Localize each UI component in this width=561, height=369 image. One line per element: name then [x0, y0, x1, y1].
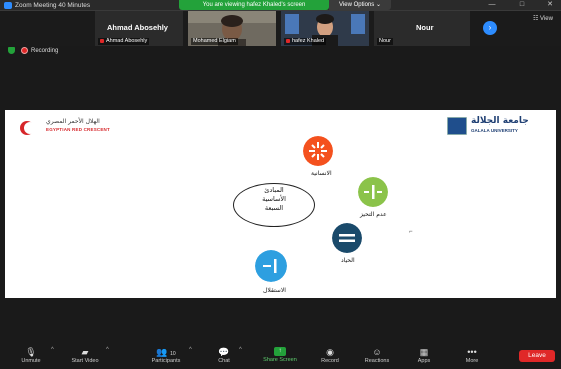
- recording-label: Recording: [31, 48, 59, 54]
- participants-caret[interactable]: ^: [189, 347, 192, 353]
- more-button[interactable]: ••• More: [449, 347, 495, 366]
- title-bar: Zoom Meeting 40 Minutes You are viewing …: [0, 0, 561, 11]
- status-row: Recording: [0, 46, 561, 56]
- window-title: Zoom Meeting 40 Minutes: [15, 2, 91, 9]
- participant-label: Nour: [377, 38, 393, 45]
- galala-english-name: GALALA UNIVERSITY: [471, 128, 518, 133]
- leave-button[interactable]: Leave: [519, 350, 555, 362]
- center-title: المبادئ الأساسية السبعة: [262, 186, 286, 212]
- zoom-window: Zoom Meeting 40 Minutes You are viewing …: [0, 0, 561, 369]
- next-page-arrow[interactable]: ›: [483, 21, 497, 35]
- view-options-button[interactable]: View Options ⌄: [329, 0, 391, 10]
- independence-icon: [255, 250, 287, 282]
- mouse-cursor-icon: ⌐: [409, 229, 413, 235]
- chat-caret[interactable]: ^: [239, 347, 242, 353]
- principle-label: الانسانية: [311, 170, 332, 177]
- screen-share-banner: You are viewing hafez Khaled's screen: [179, 0, 329, 10]
- close-button[interactable]: ✕: [540, 0, 560, 10]
- principle-label: الاستقلال: [263, 287, 286, 294]
- apps-icon: ▦: [419, 347, 429, 357]
- reactions-icon: ☺: [372, 347, 382, 357]
- erc-arabic-name: الهلال الأحمر المصري: [46, 118, 100, 125]
- share-screen-button[interactable]: ↑ Share Screen: [257, 347, 303, 365]
- participants-icon: 👥: [156, 347, 168, 357]
- video-strip: Ahmad Abosehly Ahmad Abosehly Mohamed El…: [0, 11, 561, 46]
- view-button[interactable]: ☷ View: [533, 15, 553, 22]
- participant-label: hafez Khaled: [284, 38, 327, 45]
- unmute-button[interactable]: 🎙 Unmute: [8, 347, 54, 366]
- record-button[interactable]: ◉ Record: [307, 347, 353, 366]
- galala-university-logo-icon: [447, 117, 467, 135]
- participant-tile[interactable]: Ahmad Abosehly Ahmad Abosehly: [95, 11, 183, 46]
- participant-tile[interactable]: hafez Khaled: [281, 11, 369, 46]
- humanity-icon: [303, 136, 333, 166]
- participant-label: Mohamed Elgiam: [191, 38, 238, 45]
- shield-icon[interactable]: [8, 47, 15, 54]
- share-screen-icon: ↑: [274, 347, 286, 356]
- muted-mic-icon: [100, 38, 104, 43]
- maximize-button[interactable]: □: [512, 0, 532, 10]
- audio-options-caret[interactable]: ^: [51, 347, 54, 353]
- video-options-caret[interactable]: ^: [106, 347, 109, 353]
- participant-name: Ahmad Abosehly: [107, 23, 168, 32]
- recording-icon: [21, 47, 28, 54]
- participant-tile[interactable]: Nour Nour: [374, 11, 470, 46]
- participant-tile[interactable]: Mohamed Elgiam: [188, 11, 276, 46]
- microphone-muted-icon: 🎙: [25, 347, 37, 357]
- more-icon: •••: [467, 347, 477, 357]
- red-crescent-icon: [20, 121, 36, 135]
- video-off-icon: ▰: [81, 347, 89, 357]
- participant-name: Nour: [416, 23, 434, 32]
- shared-screen-slide: الهلال الأحمر المصري EGYPTIAN RED CRESCE…: [5, 110, 556, 298]
- start-video-button[interactable]: ▰ Start Video: [62, 347, 108, 366]
- muted-mic-icon: [286, 38, 290, 43]
- minimize-button[interactable]: —: [482, 0, 502, 10]
- principle-label: الحياد: [341, 257, 355, 264]
- galala-arabic-name: جامعة الجلالة: [471, 116, 529, 126]
- zoom-app-icon: [4, 2, 12, 9]
- record-icon: ◉: [326, 347, 334, 357]
- apps-button[interactable]: ▦ Apps: [401, 347, 447, 366]
- erc-english-name: EGYPTIAN RED CRESCENT: [46, 127, 110, 132]
- meeting-toolbar: 🎙 Unmute ^ ▰ Start Video ^ 👥 10 Particip…: [0, 343, 561, 369]
- participants-button[interactable]: 👥 10 Participants: [143, 347, 189, 366]
- reactions-button[interactable]: ☺ Reactions: [354, 347, 400, 366]
- neutrality-icon: [332, 223, 362, 253]
- principle-label: عدم التحيز: [360, 211, 387, 218]
- impartiality-icon: [358, 177, 388, 207]
- participant-label: Ahmad Abosehly: [98, 38, 150, 45]
